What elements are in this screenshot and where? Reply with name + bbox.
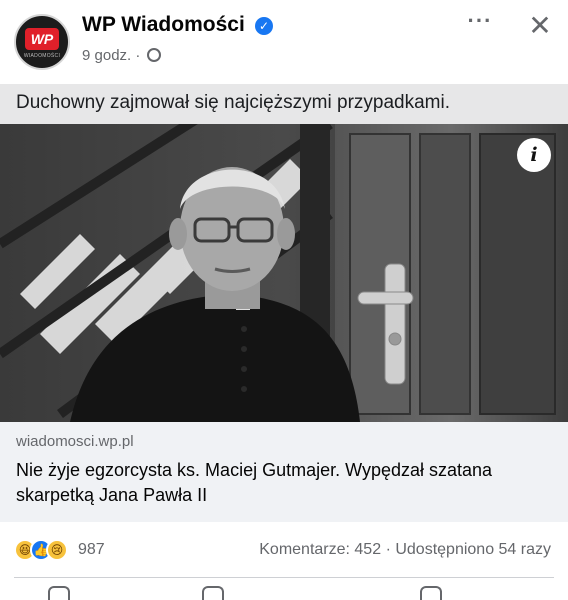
link-domain: wiadomosci.wp.pl — [16, 433, 134, 450]
post-text: Duchowny zajmował się najcięższymi przyp… — [16, 92, 450, 113]
globe-icon — [146, 48, 161, 62]
comments-count[interactable]: Komentarze: 452 — [259, 541, 381, 558]
post-stats: 😆 👍 😢 987 Komentarze: 452 · Udostępniono… — [0, 522, 568, 580]
action-divider — [14, 577, 554, 578]
wp-logo: WP — [25, 28, 59, 50]
stats-separator: · — [385, 541, 391, 558]
sad-reaction-icon: 😢 — [46, 539, 68, 561]
link-preview[interactable]: wiadomosci.wp.pl Nie żyje egzorcysta ks.… — [0, 422, 568, 522]
post-header: WP WIADOMOŚCI WP Wiadomości ✓ 9 godz. · … — [0, 0, 568, 84]
post-meta: 9 godz. · — [82, 47, 161, 64]
share-icon[interactable] — [420, 586, 442, 600]
post-photo[interactable]: i — [0, 124, 568, 422]
wp-logo-subtext: WIADOMOŚCI — [23, 53, 61, 59]
meta-separator: · — [135, 47, 141, 64]
more-options-button[interactable]: ··· — [462, 10, 498, 40]
close-button[interactable]: ✕ — [522, 8, 558, 44]
priest-photo-illustration — [0, 124, 568, 422]
link-title[interactable]: Nie żyje egzorcysta ks. Maciej Gutmajer.… — [16, 458, 546, 508]
post-time[interactable]: 9 godz. — [82, 47, 131, 64]
page-name[interactable]: WP Wiadomości — [82, 13, 245, 37]
action-bar — [0, 586, 568, 600]
page-avatar[interactable]: WP WIADOMOŚCI — [14, 14, 70, 70]
reaction-count[interactable]: 987 — [78, 541, 105, 559]
comments-shares: Komentarze: 452 · Udostępniono 54 razy — [259, 541, 551, 559]
post-text-container: Duchowny zajmował się najcięższymi przyp… — [0, 84, 568, 124]
verified-badge-icon: ✓ — [255, 17, 273, 35]
comment-icon[interactable] — [202, 586, 224, 600]
like-icon[interactable] — [48, 586, 70, 600]
shares-count[interactable]: Udostępniono 54 razy — [395, 541, 551, 558]
info-icon[interactable]: i — [517, 138, 551, 172]
